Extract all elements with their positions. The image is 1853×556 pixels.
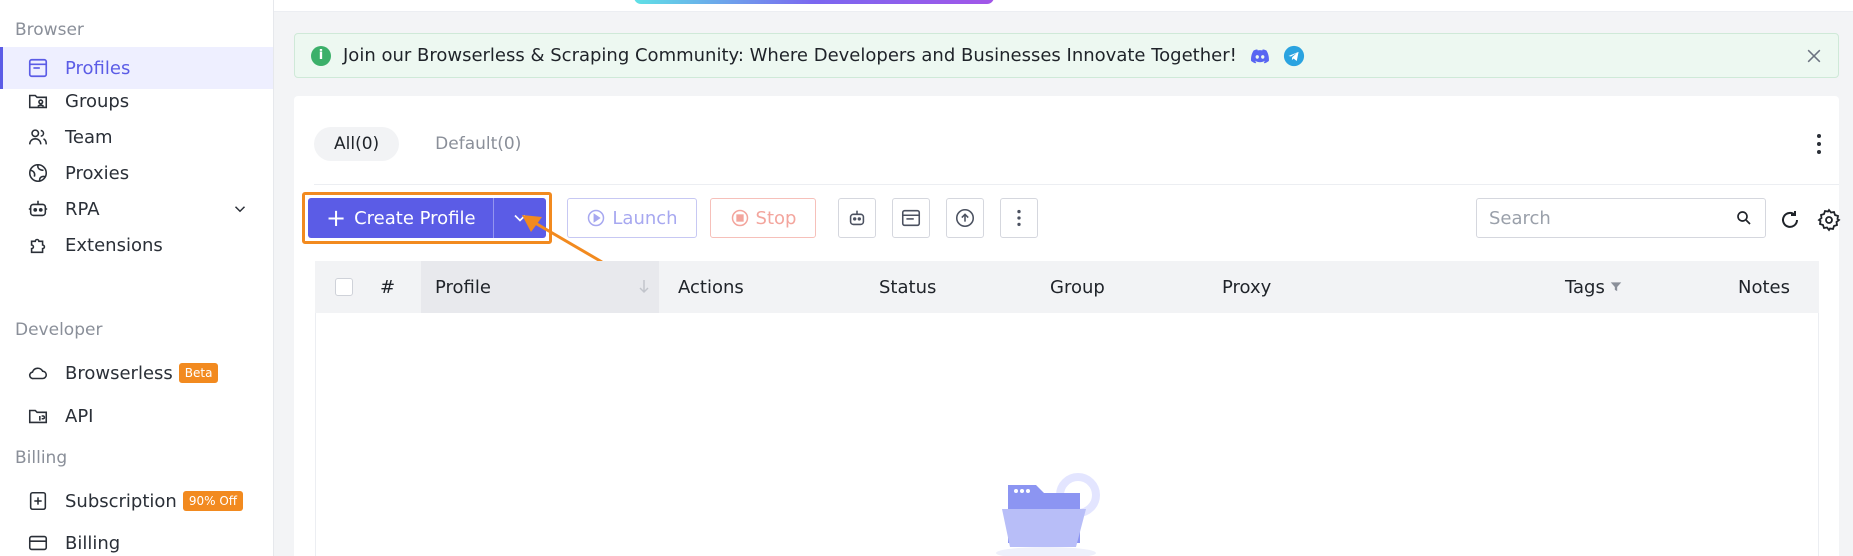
stop-icon <box>731 209 748 227</box>
tab-all[interactable]: All(0) <box>314 127 400 161</box>
tab-default[interactable]: Default(0) <box>415 127 541 161</box>
select-all-cell <box>335 261 353 313</box>
top-strip <box>274 0 1853 12</box>
column-index: # <box>380 276 396 298</box>
column-proxy: Proxy <box>1222 276 1272 298</box>
section-developer: Developer <box>15 320 103 340</box>
section-browser: Browser <box>15 20 84 40</box>
sidebar-item-label: Extensions <box>65 234 163 256</box>
column-group: Group <box>1050 276 1105 298</box>
rpa-button[interactable] <box>838 198 876 238</box>
telegram-icon[interactable] <box>1283 45 1305 67</box>
app-window: Browser Profiles Groups Team Proxies RPA… <box>0 0 1853 556</box>
folder-user-icon <box>27 90 49 112</box>
empty-folder-icon <box>996 473 1100 556</box>
community-notice: i Join our Browserless & Scraping Commun… <box>294 33 1839 78</box>
create-profile-button[interactable]: + Create Profile <box>308 198 494 238</box>
notice-text: Join our Browserless & Scraping Communit… <box>343 45 1237 66</box>
sidebar-item-label: Proxies <box>65 162 130 184</box>
select-all-checkbox[interactable] <box>335 278 353 296</box>
column-status: Status <box>879 276 937 298</box>
sidebar-item-label: Browserless <box>65 362 173 384</box>
billing-icon <box>27 532 49 554</box>
puzzle-icon <box>27 234 49 256</box>
launch-label: Launch <box>612 207 678 229</box>
column-actions: Actions <box>678 276 744 298</box>
sidebar-item-billing[interactable]: Billing <box>0 522 273 556</box>
robot-icon <box>849 210 865 226</box>
sidebar-item-browserless[interactable]: Browserless Beta <box>0 352 273 394</box>
cloud-icon <box>27 362 49 384</box>
info-icon: i <box>311 45 331 66</box>
column-tags[interactable]: Tags <box>1565 261 1623 313</box>
divider <box>314 184 1839 185</box>
beta-badge: Beta <box>178 363 219 383</box>
refresh-icon[interactable] <box>1778 208 1802 232</box>
more-vertical-icon[interactable] <box>1807 130 1831 158</box>
sidebar-item-label: Groups <box>65 90 130 112</box>
upload-button[interactable] <box>946 198 984 238</box>
create-profile-label: Create Profile <box>354 207 476 229</box>
sidebar-item-label: RPA <box>65 198 100 220</box>
api-icon <box>27 405 49 427</box>
sidebar-item-label: Billing <box>65 532 121 554</box>
sidebar: Browser Profiles Groups Team Proxies RPA… <box>0 0 274 556</box>
chevron-down-icon[interactable] <box>231 200 249 218</box>
sidebar-item-label: API <box>65 405 94 427</box>
column-profile[interactable]: Profile <box>421 261 659 313</box>
globe-icon <box>27 162 49 184</box>
column-profile-label: Profile <box>435 276 491 298</box>
browser-window-button[interactable] <box>892 198 930 238</box>
sort-down-icon[interactable] <box>637 278 651 296</box>
sidebar-item-label: Team <box>65 126 113 148</box>
plus-icon: + <box>326 204 347 232</box>
upload-icon <box>955 208 975 228</box>
table-header: # Profile Actions Status Group Proxy Tag… <box>315 261 1819 313</box>
receipt-plus-icon <box>27 490 49 512</box>
sidebar-item-subscription[interactable]: Subscription 90% Off <box>0 480 273 522</box>
more-vertical-icon <box>1017 209 1021 227</box>
sidebar-item-extensions[interactable]: Extensions <box>0 224 273 266</box>
more-actions-button[interactable] <box>1000 198 1038 238</box>
promo-gradient-bar[interactable] <box>634 0 994 4</box>
discount-badge: 90% Off <box>182 491 244 511</box>
search-input[interactable] <box>1489 207 1735 229</box>
profiles-card: All(0) Default(0) + Create Profile Launc… <box>294 96 1841 556</box>
section-billing: Billing <box>15 448 68 468</box>
robot-icon <box>27 198 49 220</box>
discord-icon[interactable] <box>1249 45 1271 67</box>
table-body <box>315 313 1819 556</box>
stop-label: Stop <box>755 207 797 229</box>
close-icon[interactable] <box>1804 46 1824 66</box>
search-box <box>1476 198 1766 238</box>
profile-tabs: All(0) Default(0) <box>314 127 541 161</box>
sidebar-item-label: Profiles <box>65 57 131 79</box>
team-icon <box>27 126 49 148</box>
sidebar-item-label: Subscription <box>65 490 177 512</box>
create-profile-split-button: + Create Profile <box>308 198 546 238</box>
pointer-arrow <box>522 215 603 264</box>
gear-icon[interactable] <box>1817 208 1841 232</box>
window-icon <box>27 57 49 79</box>
search-icon[interactable] <box>1735 209 1753 227</box>
column-notes: Notes <box>1738 276 1790 298</box>
sidebar-item-api[interactable]: API <box>0 395 273 437</box>
stop-button[interactable]: Stop <box>710 198 816 238</box>
column-tags-label: Tags <box>1565 276 1605 298</box>
filter-icon[interactable] <box>1609 280 1623 294</box>
window-icon <box>901 209 921 227</box>
